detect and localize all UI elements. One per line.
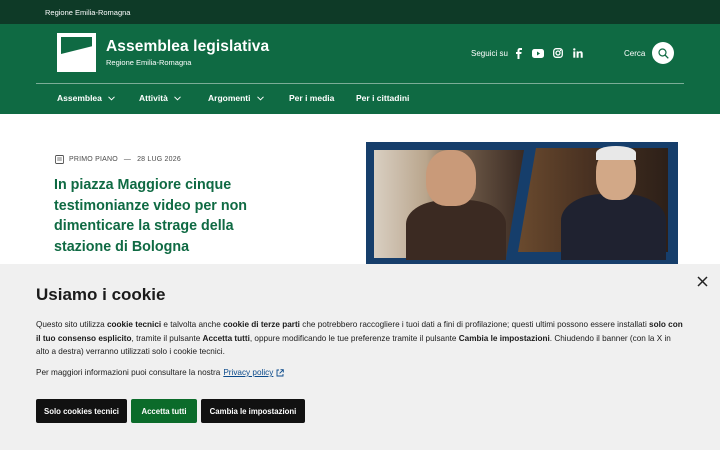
technical-cookies-button[interactable]: Solo cookies tecnici [36,399,127,423]
nav-item-assemblea[interactable]: Assemblea [57,93,115,103]
header-divider [36,83,684,84]
privacy-policy-link[interactable]: Privacy policy [223,368,273,377]
chevron-down-icon [256,95,264,101]
cookie-more-info: Per maggiori informazioni puoi consultar… [36,368,285,377]
instagram-icon[interactable] [552,47,564,59]
facebook-icon[interactable] [512,47,524,59]
article-date: 28 LUG 2026 [137,156,181,163]
article-image[interactable] [366,142,678,264]
follow-label: Seguici su [471,49,508,58]
linkedin-icon[interactable] [572,47,584,59]
article-title[interactable]: In piazza Maggiore cinque testimonianze … [54,175,284,258]
region-link[interactable]: Regione Emilia-Romagna [45,8,130,17]
site-header: Assemblea legislativa Regione Emilia-Rom… [0,24,720,114]
search-button[interactable] [652,42,674,64]
cookie-banner: Usiamo i cookie Questo sito utilizza coo… [0,264,720,450]
accept-all-button[interactable]: Accetta tutti [131,399,197,423]
article-kicker: PRIMO PIANO — 28 LUG 2026 [55,155,181,164]
search-icon [657,47,669,59]
logo[interactable] [57,33,96,72]
search-label: Cerca [624,49,646,58]
cookie-description: Questo sito utilizza cookie tecnici e ta… [36,320,683,356]
chevron-down-icon [173,95,181,101]
main-nav: Assemblea Attività Argomenti Per i media… [0,86,720,114]
nav-item-attivita[interactable]: Attività [139,93,181,103]
brand-title[interactable]: Assemblea legislativa [106,38,269,56]
article-category: PRIMO PIANO [69,156,118,163]
close-icon[interactable] [697,276,708,287]
change-settings-button[interactable]: Cambia le impostazioni [201,399,305,423]
nav-item-per-i-media[interactable]: Per i media [289,93,334,103]
nav-item-argomenti[interactable]: Argomenti [208,93,264,103]
youtube-icon[interactable] [532,47,544,59]
cookie-title: Usiamo i cookie [36,285,166,304]
slim-header: Regione Emilia-Romagna [0,0,720,24]
document-icon [55,155,64,164]
nav-item-per-i-cittadini[interactable]: Per i cittadini [356,93,409,103]
brand-subtitle: Regione Emilia-Romagna [106,58,192,67]
external-link-icon [276,368,285,376]
chevron-down-icon [108,95,115,101]
